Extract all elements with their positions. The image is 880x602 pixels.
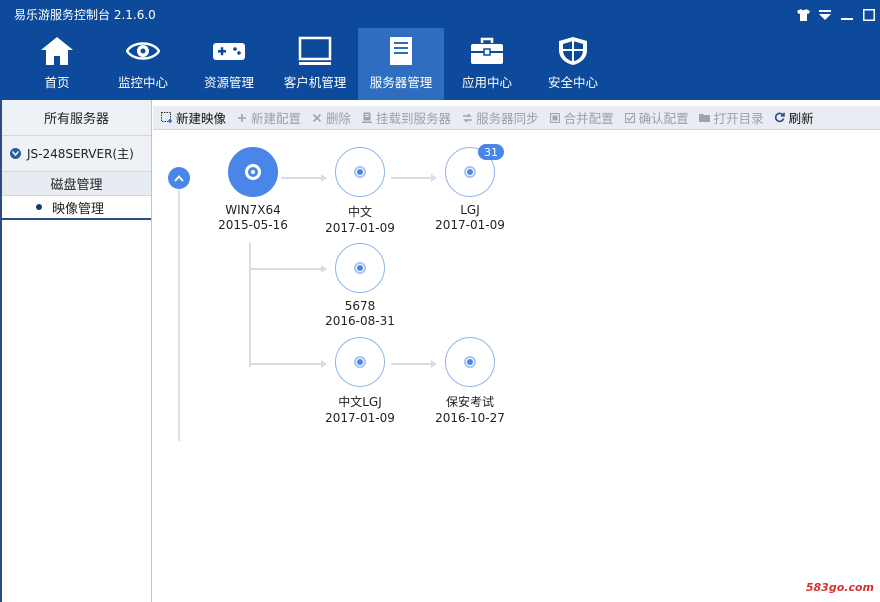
- refresh-button[interactable]: 刷新: [774, 108, 814, 127]
- delete-button[interactable]: 删除: [311, 108, 351, 127]
- nav-label: 监控中心: [117, 75, 168, 90]
- tree-trunk-line: [178, 189, 180, 441]
- image-node-root[interactable]: WIN7X64 2015-05-16: [203, 147, 303, 232]
- disc-icon: [335, 147, 385, 197]
- sidebar-group-disk[interactable]: 磁盘管理: [2, 172, 151, 196]
- new-image-icon: [161, 111, 173, 124]
- server-name: JS-248SERVER(主): [27, 147, 134, 161]
- merge-config-button[interactable]: 合并配置: [549, 108, 614, 127]
- nav-label: 安全中心: [547, 75, 598, 90]
- image-date: 2017-01-09: [435, 218, 505, 232]
- image-name: LGJ: [460, 203, 480, 217]
- server-sync-button[interactable]: 服务器同步: [461, 108, 539, 127]
- image-node[interactable]: 31 LGJ 2017-01-09: [420, 144, 520, 232]
- mount-icon: [361, 112, 373, 124]
- button-label: 合并配置: [563, 111, 614, 126]
- app-title: 易乐游服务控制台 2.1.6.0: [14, 8, 156, 22]
- shirt-icon[interactable]: [796, 8, 810, 22]
- confirm-icon: [624, 112, 636, 124]
- nav-item-security[interactable]: 安全中心: [530, 28, 616, 100]
- image-date: 2016-10-27: [435, 411, 505, 425]
- image-name: 保安考试: [445, 395, 494, 409]
- sidebar: 所有服务器 JS-248SERVER(主) 磁盘管理 映像管理: [0, 100, 152, 602]
- image-tree-canvas: WIN7X64 2015-05-16 中文 2017-01-09 31 LGJ …: [153, 131, 880, 602]
- image-node[interactable]: 5678 2016-08-31: [310, 243, 410, 328]
- button-label: 刷新: [788, 111, 814, 126]
- sidebar-item-label: 映像管理: [52, 201, 105, 217]
- disc-icon: [228, 147, 278, 197]
- dropdown-icon[interactable]: [818, 8, 832, 22]
- mount-to-server-button[interactable]: 挂载到服务器: [361, 108, 451, 127]
- button-label: 新建配置: [251, 111, 302, 126]
- toolbox-icon: [470, 36, 504, 66]
- image-date: 2017-01-09: [325, 221, 395, 235]
- nav-item-servers[interactable]: 服务器管理: [358, 28, 444, 100]
- connector-line: [249, 243, 251, 367]
- nav-label: 应用中心: [461, 75, 512, 90]
- button-label: 删除: [326, 111, 352, 126]
- shield-icon: [556, 36, 590, 66]
- disc-icon: [335, 243, 385, 293]
- nav-item-home[interactable]: 首页: [14, 28, 100, 100]
- image-name: 中文LGJ: [338, 395, 382, 409]
- nav-item-apps[interactable]: 应用中心: [444, 28, 530, 100]
- sync-icon: [461, 112, 473, 124]
- image-name: 5678: [344, 299, 376, 313]
- button-label: 挂载到服务器: [376, 111, 452, 126]
- eye-icon: [126, 36, 160, 66]
- button-label: 服务器同步: [476, 111, 539, 126]
- image-date: 2016-08-31: [325, 314, 395, 328]
- image-date: 2015-05-16: [218, 218, 288, 232]
- image-node[interactable]: 中文LGJ 2017-01-09: [310, 337, 410, 425]
- new-image-button[interactable]: 新建映像: [161, 108, 226, 127]
- open-directory-button[interactable]: 打开目录: [699, 108, 764, 127]
- nav-label: 服务器管理: [369, 75, 433, 90]
- confirm-config-button[interactable]: 确认配置: [624, 108, 689, 127]
- image-node[interactable]: 中文 2017-01-09: [310, 147, 410, 235]
- chevron-down-icon: [10, 148, 21, 159]
- window-controls: [796, 6, 876, 24]
- server-icon: [384, 36, 418, 66]
- app-header: 易乐游服务控制台 2.1.6.0 首页 监控中心 资源管理 客户机管理 服务器管…: [0, 0, 880, 100]
- image-node[interactable]: 保安考试 2016-10-27: [420, 337, 520, 425]
- button-label: 确认配置: [638, 111, 689, 126]
- image-date: 2017-01-09: [325, 411, 395, 425]
- plus-icon: [236, 112, 248, 124]
- button-label: 新建映像: [176, 111, 227, 126]
- delete-icon: [311, 112, 323, 124]
- merge-icon: [549, 112, 561, 124]
- count-badge: 31: [478, 144, 504, 160]
- bullet-icon: [36, 204, 42, 210]
- main-nav: 首页 监控中心 资源管理 客户机管理 服务器管理 应用中心 安全中心: [14, 28, 616, 100]
- toolbar: 新建映像 新建配置 删除 挂载到服务器 服务器同步 合并配置 确认配置 打开目录…: [153, 106, 880, 130]
- sidebar-all-servers[interactable]: 所有服务器: [2, 100, 151, 136]
- disc-icon: [445, 337, 495, 387]
- new-config-button[interactable]: 新建配置: [236, 108, 301, 127]
- disc-icon: [335, 337, 385, 387]
- nav-item-monitor[interactable]: 监控中心: [100, 28, 186, 100]
- nav-label: 客户机管理: [283, 75, 347, 90]
- chevron-up-icon: [174, 174, 184, 182]
- image-name: WIN7X64: [225, 203, 281, 217]
- home-icon: [40, 36, 74, 66]
- monitor-icon: [298, 36, 332, 66]
- refresh-icon: [774, 112, 786, 124]
- image-name: 中文: [347, 205, 372, 219]
- gamepad-icon: [212, 36, 246, 66]
- nav-item-resources[interactable]: 资源管理: [186, 28, 272, 100]
- maximize-icon[interactable]: [862, 8, 876, 22]
- nav-label: 首页: [44, 75, 70, 90]
- collapse-button[interactable]: [168, 167, 190, 189]
- button-label: 打开目录: [713, 111, 764, 126]
- minimize-icon[interactable]: [840, 8, 854, 22]
- watermark-text: 583go.com: [805, 581, 874, 594]
- title-bar: 易乐游服务控制台 2.1.6.0: [0, 0, 880, 28]
- sidebar-server-item[interactable]: JS-248SERVER(主): [2, 136, 151, 172]
- disc-icon: 31: [445, 144, 504, 197]
- folder-icon: [699, 112, 711, 124]
- sidebar-item-image-manage[interactable]: 映像管理: [2, 196, 151, 220]
- nav-label: 资源管理: [203, 75, 254, 90]
- nav-item-clients[interactable]: 客户机管理: [272, 28, 358, 100]
